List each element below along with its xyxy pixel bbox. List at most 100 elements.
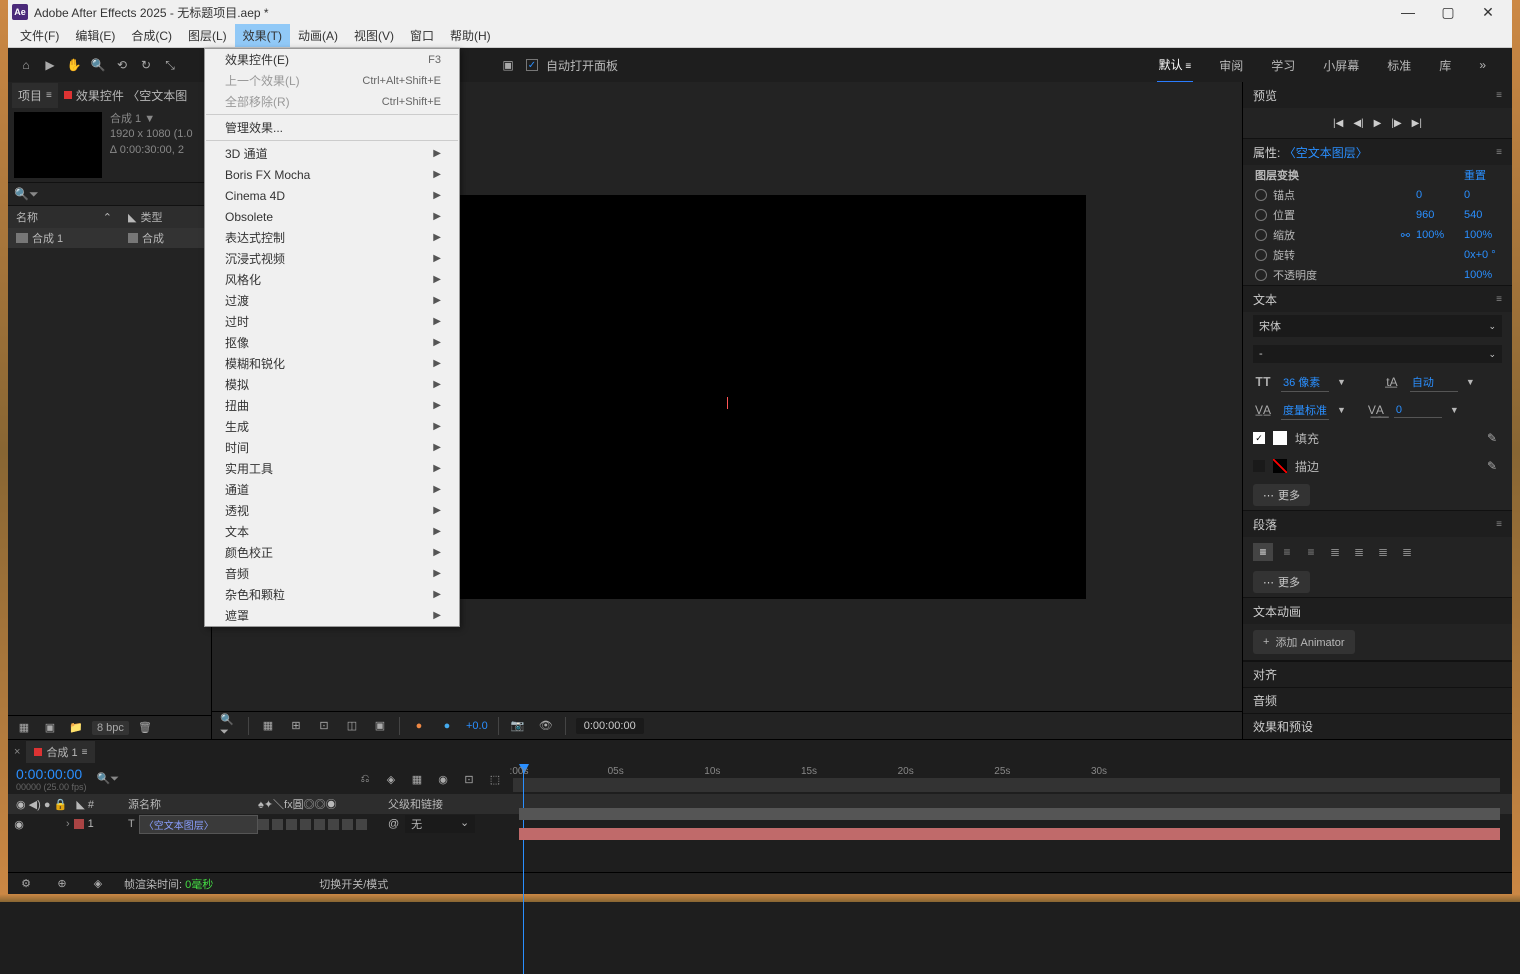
- comp-thumbnail[interactable]: [14, 112, 102, 178]
- effect-submenu-通道[interactable]: 通道▶: [205, 479, 459, 500]
- switch-shy[interactable]: [258, 819, 269, 830]
- workspace-库[interactable]: 库: [1437, 49, 1453, 82]
- last-frame-button[interactable]: ▶|: [1412, 118, 1422, 129]
- stopwatch-icon[interactable]: [1255, 249, 1267, 261]
- effect-submenu-3D 通道[interactable]: 3D 通道▶: [205, 143, 459, 164]
- resolution-icon[interactable]: ▦: [259, 717, 277, 735]
- maximize-button[interactable]: ▢: [1428, 0, 1468, 24]
- show-snapshot-icon[interactable]: 👁: [537, 717, 555, 735]
- switch-3d[interactable]: [356, 819, 367, 830]
- effect-submenu-沉浸式视频[interactable]: 沉浸式视频▶: [205, 248, 459, 269]
- fill-checkbox[interactable]: ✓: [1253, 432, 1265, 444]
- menu-帮助(H)[interactable]: 帮助(H): [442, 24, 499, 47]
- first-frame-button[interactable]: |◀: [1333, 118, 1343, 129]
- col-type-header[interactable]: ◣ 类型: [120, 209, 170, 225]
- tl-icon-3[interactable]: ▦: [407, 769, 427, 789]
- switch-collapse[interactable]: [272, 819, 283, 830]
- stroke-swatch[interactable]: [1273, 459, 1287, 473]
- kerning-field[interactable]: 度量标准: [1281, 401, 1329, 420]
- workspace-学习[interactable]: 学习: [1269, 49, 1297, 82]
- menu-窗口[interactable]: 窗口: [402, 24, 442, 47]
- menu-文件(F)[interactable]: 文件(F): [12, 24, 67, 47]
- font-size-field[interactable]: 36 像素: [1281, 373, 1329, 392]
- workspace-more-icon[interactable]: »: [1477, 50, 1488, 80]
- link-icon[interactable]: ⚯: [1401, 229, 1410, 242]
- handle-tool-icon[interactable]: ⤡: [160, 55, 180, 75]
- pickwhip-icon[interactable]: @: [388, 818, 399, 830]
- effect-submenu-表达式控制[interactable]: 表达式控制▶: [205, 227, 459, 248]
- effect-submenu-Cinema 4D[interactable]: Cinema 4D▶: [205, 185, 459, 206]
- menu-效果(T)[interactable]: 效果(T): [235, 24, 290, 47]
- stopwatch-icon[interactable]: [1255, 229, 1267, 241]
- justify-left-button[interactable]: ≣: [1325, 543, 1345, 561]
- panel-menu-icon[interactable]: ≡: [1496, 147, 1502, 158]
- timeline-comp-tab[interactable]: 合成 1 ≡: [26, 741, 95, 763]
- effect-submenu-文本[interactable]: 文本▶: [205, 521, 459, 542]
- effect-submenu-透视[interactable]: 透视▶: [205, 500, 459, 521]
- color-mgmt-icon[interactable]: ●: [410, 717, 428, 735]
- align-left-button[interactable]: ≡: [1253, 543, 1273, 561]
- layer-name[interactable]: 〈空文本图层〉: [139, 815, 258, 834]
- more-text-button[interactable]: ⋯ 更多: [1253, 484, 1310, 506]
- home-icon[interactable]: ⌂: [16, 55, 36, 75]
- effect-submenu-过渡[interactable]: 过渡▶: [205, 290, 459, 311]
- zoom-tool-icon[interactable]: 🔍: [88, 55, 108, 75]
- text-anim-header[interactable]: 文本动画: [1253, 603, 1301, 620]
- effect-submenu-颜色校正[interactable]: 颜色校正▶: [205, 542, 459, 563]
- switch-quality[interactable]: [286, 819, 297, 830]
- pos-x[interactable]: 960: [1416, 209, 1452, 221]
- trash-icon[interactable]: 🗑: [135, 718, 155, 738]
- effect-submenu-杂色和颗粒[interactable]: 杂色和颗粒▶: [205, 584, 459, 605]
- effect-menu-manage[interactable]: 管理效果...: [205, 117, 459, 138]
- stopwatch-icon[interactable]: [1255, 209, 1267, 221]
- add-animator-button[interactable]: + 添加 Animator: [1253, 630, 1355, 654]
- layer-duration-bar[interactable]: [519, 828, 1500, 840]
- font-family-dropdown[interactable]: 宋体⌄: [1253, 315, 1502, 337]
- switch-adjustment[interactable]: [342, 819, 353, 830]
- tl-icon-4[interactable]: ◉: [433, 769, 453, 789]
- effect-submenu-音频[interactable]: 音频▶: [205, 563, 459, 584]
- hand-tool-icon[interactable]: ✋: [64, 55, 84, 75]
- opacity-value[interactable]: 100%: [1464, 269, 1500, 281]
- menu-合成(C)[interactable]: 合成(C): [123, 24, 180, 47]
- composition-canvas[interactable]: [368, 195, 1086, 599]
- eye-icon[interactable]: ◉: [12, 817, 26, 831]
- guides-icon[interactable]: ⊡: [315, 717, 333, 735]
- effect-submenu-生成[interactable]: 生成▶: [205, 416, 459, 437]
- audio-panel-header[interactable]: 音频: [1243, 687, 1512, 713]
- menu-视图(V)[interactable]: 视图(V): [346, 24, 402, 47]
- close-tab-icon[interactable]: ×: [14, 746, 20, 758]
- fill-swatch[interactable]: [1273, 431, 1287, 445]
- effect-submenu-过时[interactable]: 过时▶: [205, 311, 459, 332]
- eyedropper-icon[interactable]: ✎: [1482, 431, 1502, 445]
- orbit-tool-icon[interactable]: ⟲: [112, 55, 132, 75]
- effect-submenu-时间[interactable]: 时间▶: [205, 437, 459, 458]
- menu-图层(L)[interactable]: 图层(L): [180, 24, 235, 47]
- tl-icon-2[interactable]: ◈: [381, 769, 401, 789]
- play-button[interactable]: ▶: [1374, 118, 1382, 129]
- roi-icon[interactable]: ▣: [371, 717, 389, 735]
- anchor-x[interactable]: 0: [1416, 189, 1452, 201]
- justify-center-button[interactable]: ≣: [1349, 543, 1369, 561]
- snapshot-icon[interactable]: 📷: [509, 717, 527, 735]
- magnify-dropdown[interactable]: 🔍⏷: [220, 717, 238, 735]
- project-item-row[interactable]: 合成 1 合成: [8, 228, 211, 248]
- timeline-timecode[interactable]: 0:00:00:00: [16, 766, 87, 782]
- effect-submenu-Obsolete[interactable]: Obsolete▶: [205, 206, 459, 227]
- pos-y[interactable]: 540: [1464, 209, 1500, 221]
- justify-all-button[interactable]: ≣: [1397, 543, 1417, 561]
- tl-footer-icon1[interactable]: ⚙: [16, 874, 36, 894]
- stopwatch-icon[interactable]: [1255, 189, 1267, 201]
- scale-x[interactable]: 100%: [1416, 229, 1452, 241]
- interpret-icon[interactable]: ▦: [14, 718, 34, 738]
- color-mgmt2-icon[interactable]: ●: [438, 717, 456, 735]
- new-comp-icon[interactable]: ▣: [40, 718, 60, 738]
- effect-submenu-遮罩[interactable]: 遮罩▶: [205, 605, 459, 626]
- tl-icon-6[interactable]: ⬚: [485, 769, 505, 789]
- selection-tool-icon[interactable]: ▶: [40, 55, 60, 75]
- prev-frame-button[interactable]: ◀|: [1353, 118, 1363, 129]
- timeline-ruler[interactable]: :00s05s10s15s20s25s30s: [513, 764, 1512, 794]
- switch-motion-blur[interactable]: [328, 819, 339, 830]
- more-paragraph-button[interactable]: ⋯ 更多: [1253, 571, 1310, 593]
- mask-icon[interactable]: ◫: [343, 717, 361, 735]
